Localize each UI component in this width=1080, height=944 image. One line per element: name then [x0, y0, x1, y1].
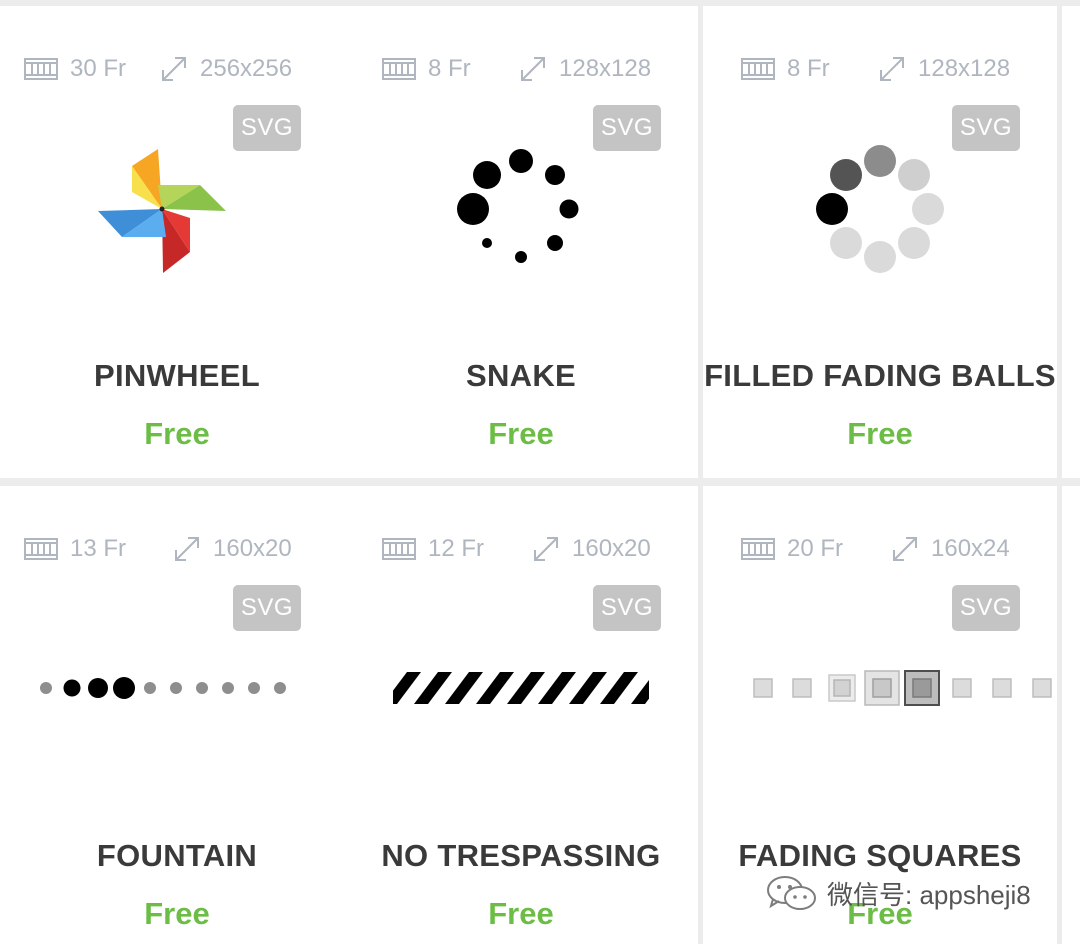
fading-squares-preview [753, 670, 1052, 706]
dimensions-text: 256x256 [200, 55, 293, 82]
frame-count: 20 Fr [741, 530, 843, 568]
price-label: Free [488, 896, 554, 931]
dimensions: 160x24 [891, 530, 1010, 568]
wechat-watermark: 微信号: appsheji8 [765, 870, 1031, 916]
film-frames-icon [741, 538, 775, 560]
dimensions-text: 160x20 [213, 535, 292, 562]
loader-card-snake[interactable]: 8 Fr 128x128 SVG SNAKE Free [344, 6, 698, 478]
frame-count-text: 8 Fr [787, 55, 830, 82]
dimensions: 160x20 [532, 530, 651, 568]
film-frames-icon [741, 58, 775, 80]
dimensions: 256x256 [160, 50, 292, 88]
fountain-preview [40, 677, 286, 699]
resize-arrow-icon [175, 537, 199, 561]
frame-count-text: 8 Fr [428, 55, 471, 82]
loader-card-fountain[interactable]: 13 Fr 160x20 SVG FOUNTAIN Free [0, 486, 354, 944]
frame-count-text: 13 Fr [70, 535, 127, 562]
wechat-icon [767, 876, 816, 910]
frame-count-text: 20 Fr [787, 535, 844, 562]
frame-count-text: 12 Fr [428, 535, 485, 562]
price-label: Free [847, 416, 913, 451]
pinwheel-preview [98, 149, 226, 273]
card-title: PINWHEEL [93, 358, 260, 393]
card-title: NO TRESPASSING [381, 838, 661, 873]
resize-arrow-icon [534, 537, 558, 561]
next-card-edge [1062, 6, 1080, 478]
frame-count: 8 Fr [382, 50, 471, 88]
dimensions-text: 160x24 [931, 535, 1010, 562]
resize-arrow-icon [893, 537, 917, 561]
loader-card-pinwheel[interactable]: 30 Fr 256x256 SVG PINWHEEL Free [0, 6, 354, 478]
resize-arrow-icon [880, 57, 904, 81]
film-frames-icon [382, 58, 416, 80]
frame-count: 8 Fr [741, 50, 830, 88]
fading-balls-preview [816, 145, 944, 273]
frame-count: 12 Fr [382, 530, 484, 568]
watermark-text: 微信号: appsheji8 [827, 879, 1031, 910]
card-title: SNAKE [465, 358, 576, 393]
loader-card-filled-fading-balls[interactable]: 8 Fr 128x128 SVG FILLED FADING BALLS Fre… [703, 6, 1057, 478]
card-title: FADING SQUARES [738, 838, 1022, 873]
dimensions: 128x128 [519, 50, 651, 88]
price-label: Free [144, 416, 210, 451]
card-title: FOUNTAIN [96, 838, 258, 873]
next-card-edge [1062, 486, 1080, 944]
dimensions: 160x20 [173, 530, 292, 568]
price-label: Free [144, 896, 210, 931]
frame-count-text: 30 Fr [70, 55, 127, 82]
resize-arrow-icon [162, 57, 186, 81]
film-frames-icon [382, 538, 416, 560]
price-label: Free [488, 416, 554, 451]
film-frames-icon [24, 538, 58, 560]
dimensions-text: 128x128 [559, 55, 652, 82]
snake-preview [457, 149, 579, 263]
card-title: FILLED FADING BALLS [704, 358, 1056, 393]
dimensions: 128x128 [878, 50, 1010, 88]
dimensions-text: 160x20 [572, 535, 651, 562]
dimensions-text: 128x128 [918, 55, 1011, 82]
frame-count: 13 Fr [24, 530, 126, 568]
frame-count: 30 Fr [24, 50, 126, 88]
loader-card-no-trespassing[interactable]: 12 Fr 160x20 SVG NO TRESPASSING Free [344, 486, 698, 944]
no-trespassing-preview [393, 672, 649, 704]
resize-arrow-icon [521, 57, 545, 81]
film-frames-icon [24, 58, 58, 80]
